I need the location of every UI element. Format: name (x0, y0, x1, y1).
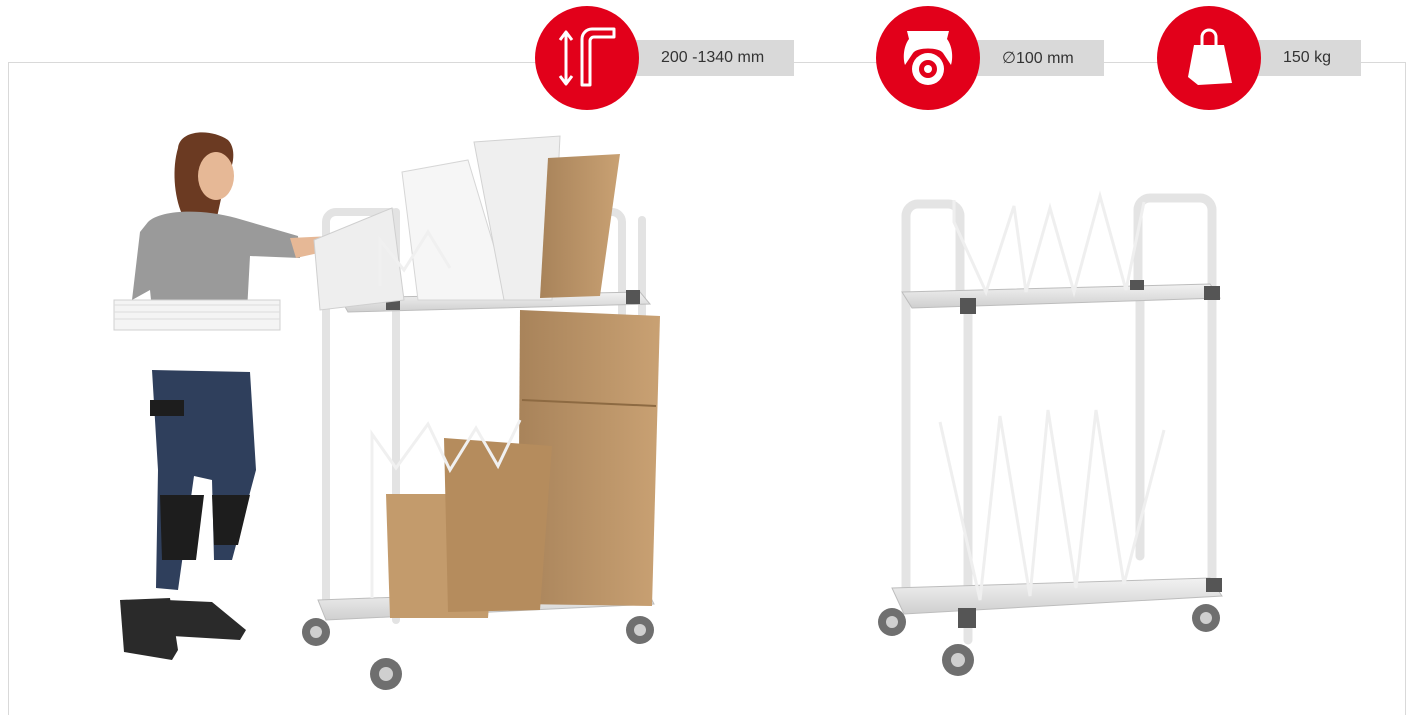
weight-icon (1157, 6, 1261, 110)
woman-figure (113, 132, 332, 660)
height-adjustment-icon (535, 6, 639, 110)
spec-height-label: 200 -1340 mm (615, 40, 795, 76)
loaded-trolley (302, 135, 660, 690)
castor-wheel-icon (876, 6, 980, 110)
empty-trolley (878, 190, 1223, 676)
empty-trolley-wheels (878, 604, 1220, 676)
trolley-wheels (302, 616, 654, 690)
